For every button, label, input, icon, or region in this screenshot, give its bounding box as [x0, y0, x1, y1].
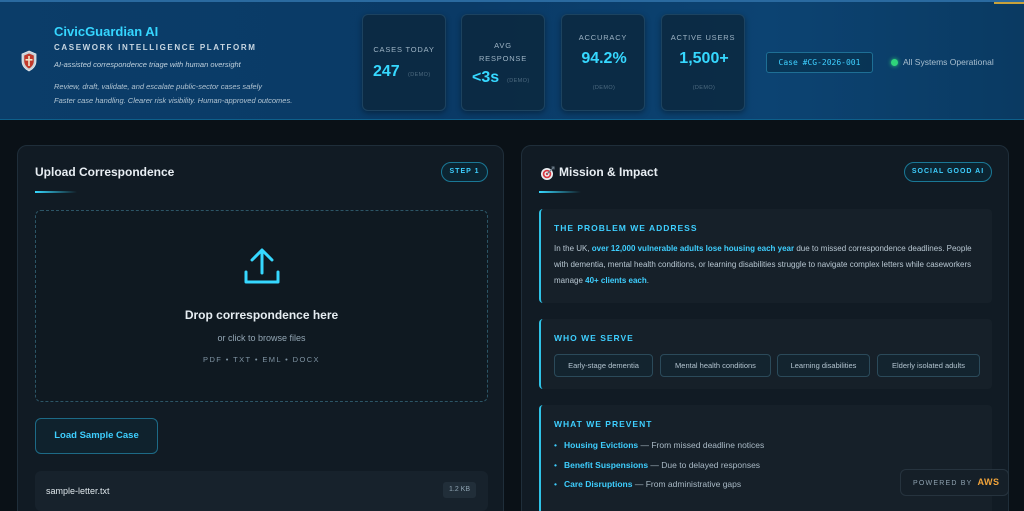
- system-status: All Systems Operational: [903, 57, 994, 67]
- brand-tagline: AI-assisted correspondence triage with h…: [54, 60, 241, 69]
- problem-text-part: In the UK,: [554, 244, 592, 253]
- shield-icon: [21, 50, 37, 72]
- audience-tag: Learning disabilities: [777, 354, 870, 377]
- stat-card-active-users: ACTIVE USERS 1,500+ (DEMO): [661, 14, 745, 111]
- prevent-item-detail: — From administrative gaps: [632, 479, 742, 489]
- brand-desc-line-1: Review, draft, validate, and escalate pu…: [54, 82, 263, 91]
- uploaded-file-item[interactable]: sample-letter.txt 1.2 KB: [35, 471, 488, 511]
- who-we-serve-card: WHO WE SERVE Early-stage dementia Mental…: [539, 319, 992, 389]
- target-icon: [541, 166, 555, 180]
- stat-label: AVG RESPONSE: [462, 39, 544, 65]
- bullet-icon: •: [554, 479, 557, 489]
- stat-value: 247: [373, 63, 400, 80]
- title-underline: [539, 191, 581, 193]
- prevent-heading: WHAT WE PREVENT: [554, 419, 653, 429]
- accepted-file-types: PDF • TXT • EML • DOCX: [203, 355, 320, 364]
- stat-value: 1,500+: [679, 50, 729, 67]
- problem-highlight-housing: over 12,000 vulnerable adults lose housi…: [591, 244, 795, 253]
- stat-value: <3s: [472, 69, 500, 86]
- title-underline: [35, 191, 77, 193]
- dropzone-browse-text[interactable]: or click to browse files: [36, 333, 487, 343]
- prevent-item-name: Benefit Suspensions: [563, 460, 649, 470]
- mission-panel-title: Mission & Impact: [559, 165, 658, 179]
- stat-demo-note: (DEMO): [592, 85, 616, 91]
- load-sample-case-button[interactable]: Load Sample Case: [35, 418, 158, 454]
- app-header: CivicGuardian AI CASEWORK INTELLIGENCE P…: [0, 0, 1024, 120]
- stat-label: ACTIVE USERS: [670, 33, 736, 42]
- stat-label-text: AVG RESPONSE: [478, 41, 528, 63]
- case-id-badge[interactable]: Case #CG-2026-001: [766, 52, 873, 73]
- brand-subtitle: CASEWORK INTELLIGENCE PLATFORM: [54, 43, 257, 52]
- prevent-list-item: • Care Disruptions — From administrative …: [554, 479, 741, 489]
- problem-heading: THE PROBLEM WE ADDRESS: [554, 223, 698, 233]
- problem-text-part: .: [646, 276, 649, 285]
- stat-demo-note: (DEMO): [692, 85, 716, 91]
- audience-tag: Elderly isolated adults: [877, 354, 980, 377]
- social-good-badge: SOCIAL GOOD AI: [904, 162, 992, 182]
- status-dot-icon: [891, 59, 898, 66]
- prevent-item-detail: — From missed deadline notices: [638, 440, 765, 450]
- stat-card-avg-response: AVG RESPONSE <3s (DEMO): [461, 14, 545, 111]
- file-name: sample-letter.txt: [46, 486, 110, 496]
- problem-highlight-clients: 40+ clients each: [585, 276, 647, 285]
- prevent-item-name: Housing Evictions: [563, 440, 639, 450]
- dropzone-title: Drop correspondence here: [184, 308, 339, 322]
- powered-by-label: POWERED BY: [913, 480, 973, 487]
- bullet-icon: •: [554, 440, 557, 450]
- upload-panel: Upload Correspondence STEP 1 Drop corres…: [17, 145, 504, 511]
- bullet-icon: •: [554, 460, 557, 470]
- serve-heading: WHO WE SERVE: [554, 333, 634, 343]
- mission-panel: Mission & Impact SOCIAL GOOD AI THE PROB…: [521, 145, 1009, 511]
- upload-panel-title: Upload Correspondence: [35, 165, 175, 179]
- stat-card-cases-today: CASES TODAY 247 (DEMO): [362, 14, 446, 111]
- file-dropzone[interactable]: Drop correspondence here or click to bro…: [35, 210, 488, 402]
- prevent-list-item: • Benefit Suspensions — Due to delayed re…: [554, 460, 760, 470]
- step-badge: STEP 1: [441, 162, 488, 182]
- file-size-badge: 1.2 KB: [442, 482, 476, 498]
- stat-card-accuracy: ACCURACY 94.2% (DEMO): [561, 14, 645, 111]
- brand-title: CivicGuardian AI: [54, 24, 159, 39]
- brand-desc-line-2: Faster case handling. Clearer risk visib…: [54, 96, 293, 105]
- stat-label: ACCURACY: [578, 33, 628, 42]
- prevent-list-item: • Housing Evictions — From missed deadlin…: [554, 440, 764, 450]
- audience-tag: Mental health conditions: [660, 354, 771, 377]
- stat-demo-note: (DEMO): [507, 78, 530, 84]
- aws-logo: AWS: [977, 477, 1000, 487]
- brand-description: Review, draft, validate, and escalate pu…: [54, 80, 292, 108]
- stat-demo-note: (DEMO): [408, 72, 431, 78]
- upload-icon: [244, 248, 280, 284]
- audience-tag: Early-stage dementia: [554, 354, 653, 377]
- stat-label: CASES TODAY: [373, 45, 435, 54]
- powered-by-badge: POWERED BY AWS: [900, 469, 1009, 496]
- problem-text: In the UK, over 12,000 vulnerable adults…: [554, 241, 984, 289]
- prevent-item-detail: — Due to delayed responses: [648, 460, 761, 470]
- prevent-item-name: Care Disruptions: [563, 479, 633, 489]
- stat-value: 94.2%: [581, 50, 627, 67]
- problem-card: THE PROBLEM WE ADDRESS In the UK, over 1…: [539, 209, 992, 303]
